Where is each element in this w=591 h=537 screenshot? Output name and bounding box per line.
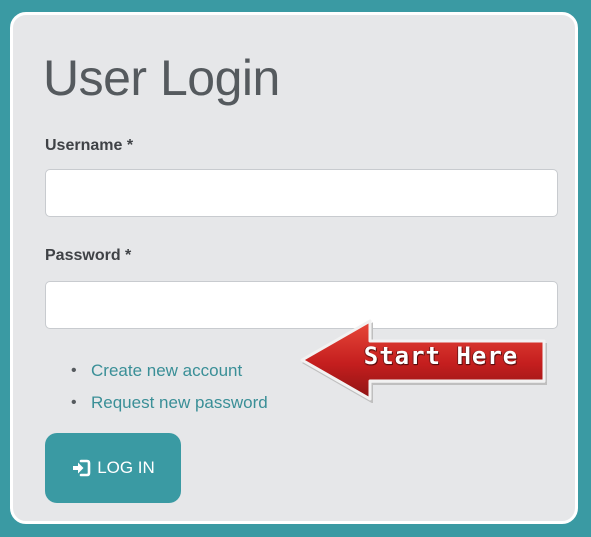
username-label: Username *: [45, 137, 133, 155]
password-label: Password *: [45, 247, 131, 265]
bullet-icon: •: [71, 394, 77, 411]
account-links: • Create new account • Request new passw…: [69, 359, 268, 423]
page-title: User Login: [43, 50, 280, 106]
create-account-link[interactable]: Create new account: [91, 361, 242, 380]
required-marker: *: [125, 247, 132, 264]
password-label-text: Password: [45, 247, 121, 264]
start-here-label: Start Here: [363, 342, 519, 370]
login-button[interactable]: LOG IN: [45, 433, 181, 503]
username-field[interactable]: [45, 169, 558, 217]
login-panel: User Login Username * Password * • Creat…: [10, 12, 578, 524]
request-password-link[interactable]: Request new password: [91, 393, 268, 412]
bullet-icon: •: [71, 362, 77, 379]
sign-in-icon: [71, 459, 91, 477]
list-item: • Request new password: [69, 391, 268, 423]
username-label-text: Username: [45, 137, 123, 154]
list-item: • Create new account: [69, 359, 268, 391]
login-button-label: LOG IN: [97, 458, 155, 477]
required-marker: *: [126, 137, 134, 154]
